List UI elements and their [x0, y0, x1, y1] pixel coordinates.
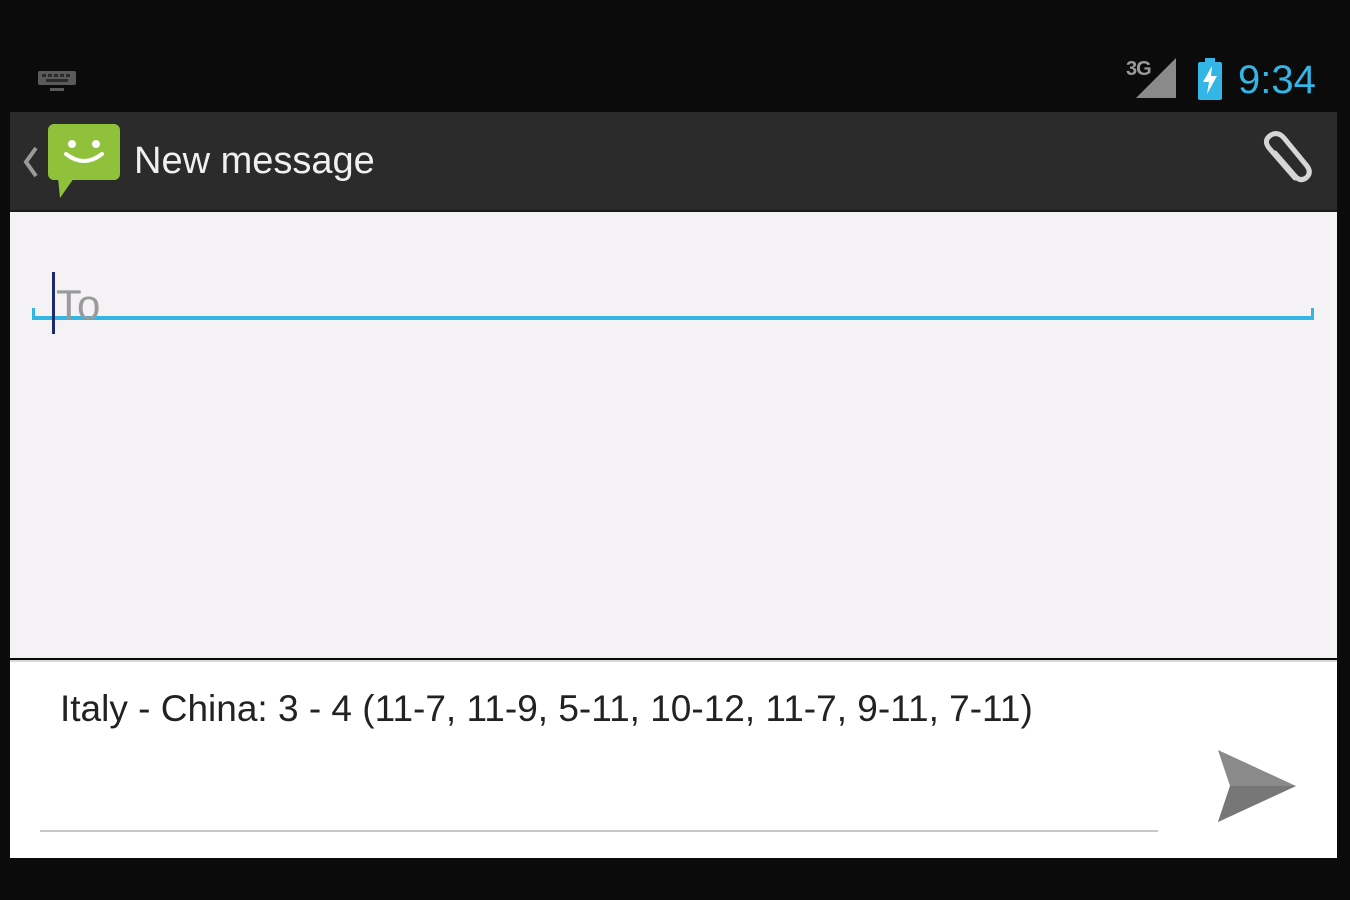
recipient-area: To — [10, 212, 1337, 658]
status-bar: 3G 9:34 — [0, 0, 1350, 112]
message-input-underline — [40, 830, 1158, 832]
battery-charging-icon — [1198, 58, 1222, 100]
paperclip-icon[interactable] — [1245, 126, 1317, 198]
up-caret-icon[interactable] — [20, 142, 42, 182]
signal-icon — [1136, 58, 1176, 98]
message-input[interactable]: Italy - China: 3 - 4 (11-7, 11-9, 5-11, … — [60, 686, 1100, 732]
bottom-strip — [0, 858, 1350, 900]
page-title: New message — [134, 140, 375, 182]
send-icon[interactable] — [1216, 748, 1298, 824]
to-field[interactable]: To — [32, 240, 1314, 334]
keyboard-icon — [38, 71, 76, 91]
text-cursor — [52, 272, 55, 334]
clock: 9:34 — [1238, 58, 1316, 102]
messaging-app-icon[interactable] — [44, 120, 124, 202]
action-bar: New message — [10, 112, 1337, 212]
compose-area: Italy - China: 3 - 4 (11-7, 11-9, 5-11, … — [10, 660, 1337, 858]
to-placeholder: To — [56, 281, 101, 328]
